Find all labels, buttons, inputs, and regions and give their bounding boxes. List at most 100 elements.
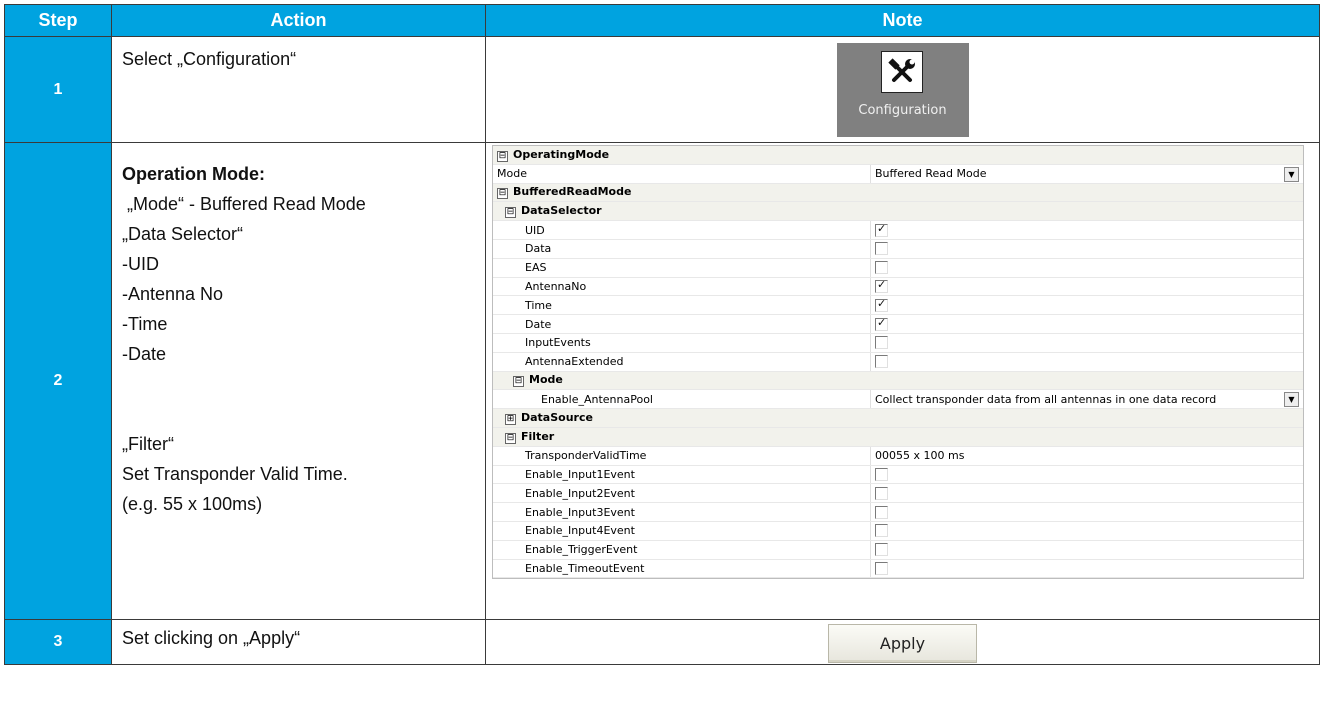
property-name: TransponderValidTime (525, 449, 647, 463)
action-text: Set clicking on „Apply“ (122, 628, 301, 648)
grid-property-row[interactable]: Enable_AntennaPool Collect transponder da… (493, 390, 1303, 410)
action-cell: Operation Mode: „Mode“ - Buffered Read M… (111, 142, 486, 620)
property-name: AntennaNo (525, 279, 587, 293)
property-value[interactable] (870, 521, 1303, 540)
property-value[interactable] (870, 503, 1303, 521)
checkbox[interactable] (875, 524, 888, 538)
header-action: Action (111, 4, 486, 37)
property-value[interactable] (870, 277, 1303, 296)
property-name: AntennaExtended (525, 355, 624, 369)
property-name: DataSelector (521, 204, 602, 218)
property-value[interactable] (870, 258, 1303, 277)
grid-category[interactable]: ⊟ DataSelector (493, 202, 1303, 222)
grid-category[interactable]: ⊞ DataSource (493, 409, 1303, 428)
action-text: -Antenna No (122, 284, 224, 304)
checkbox[interactable] (875, 561, 888, 575)
grid-category[interactable]: ⊟ Filter (493, 427, 1303, 447)
property-name: Enable_AntennaPool (541, 392, 653, 406)
grid-property-row[interactable]: AntennaNo (493, 277, 1303, 297)
collapse-icon[interactable]: ⊟ (497, 188, 508, 200)
property-value[interactable] (870, 465, 1303, 484)
grid-property-row[interactable]: Enable_TimeoutEvent (493, 559, 1303, 579)
grid-property-row[interactable]: Enable_Input3Event (493, 503, 1303, 522)
grid-property-row[interactable]: Enable_Input4Event (493, 521, 1303, 541)
checkbox[interactable] (875, 297, 888, 312)
property-value[interactable]: Collect transponder data from all antenn… (870, 390, 1303, 409)
action-text: „Mode“ - Buffered Read Mode (122, 194, 366, 214)
property-value[interactable] (870, 296, 1303, 315)
grid-property-row[interactable]: Date (493, 315, 1303, 334)
grid-property-row[interactable]: Mode Buffered Read Mode ▼ (493, 164, 1303, 184)
property-name: InputEvents (525, 336, 591, 350)
action-heading: Operation Mode: (122, 164, 265, 184)
property-name: Enable_TriggerEvent (525, 543, 638, 557)
property-value[interactable] (870, 221, 1303, 239)
grid-category[interactable]: ⊟ BufferedReadMode (493, 183, 1303, 203)
property-value[interactable] (870, 239, 1303, 258)
checkbox[interactable] (875, 355, 888, 369)
action-cell: Select „Configuration“ (111, 36, 486, 143)
grid-property-row[interactable]: Data (493, 239, 1303, 259)
expand-icon[interactable]: ⊞ (505, 414, 516, 426)
action-text: „Data Selector“ (122, 224, 244, 244)
property-name: Enable_Input4Event (525, 524, 635, 538)
collapse-icon[interactable]: ⊟ (505, 432, 516, 444)
grid-property-row[interactable]: AntennaExtended (493, 352, 1303, 372)
property-name: Enable_Input3Event (525, 505, 635, 519)
property-value[interactable] (870, 484, 1303, 503)
property-value[interactable] (870, 540, 1303, 559)
step-number: 2 (4, 142, 112, 620)
property-name: Enable_TimeoutEvent (525, 561, 645, 575)
checkbox[interactable] (875, 316, 888, 331)
property-value[interactable] (870, 559, 1303, 578)
property-name: BufferedReadMode (513, 185, 632, 199)
note-cell: Configuration (485, 36, 1320, 143)
checkbox[interactable] (875, 261, 888, 275)
grid-property-row[interactable]: Time (493, 296, 1303, 316)
grid-category[interactable]: ⊟ Mode (493, 371, 1303, 391)
property-name: Mode (497, 167, 527, 181)
step-row-1: 1 Select „Configuration“ Configuration (4, 36, 1320, 143)
grid-property-row[interactable]: EAS (493, 258, 1303, 278)
grid-property-row[interactable]: InputEvents (493, 333, 1303, 353)
property-value[interactable] (870, 333, 1303, 352)
header-note: Note (485, 4, 1320, 37)
property-value[interactable]: Buffered Read Mode ▼ (870, 164, 1303, 183)
action-cell: Set clicking on „Apply“ (111, 619, 486, 665)
note-cell: ⊟ OperatingMode Mode Buffered Read Mode ▼ ⊟ Bu… (485, 142, 1320, 620)
action-spacer (122, 369, 475, 429)
step-number: 3 (4, 619, 112, 665)
collapse-icon[interactable]: ⊟ (513, 376, 524, 388)
checkbox[interactable] (875, 486, 888, 500)
property-value[interactable] (870, 352, 1303, 371)
apply-button[interactable]: Apply (828, 624, 977, 663)
checkbox[interactable] (875, 222, 888, 237)
checkbox[interactable] (875, 242, 888, 256)
property-name: Enable_Input1Event (525, 467, 635, 481)
property-value[interactable] (870, 315, 1303, 333)
grid-property-row[interactable]: Enable_Input2Event (493, 484, 1303, 504)
property-value-text: 00055 x 100 ms (875, 449, 965, 463)
checkbox[interactable] (875, 336, 888, 350)
apply-label: Apply (879, 634, 926, 653)
grid-property-row[interactable]: TransponderValidTime 00055 x 100 ms (493, 446, 1303, 466)
grid-property-row[interactable]: UID (493, 221, 1303, 240)
configuration-button[interactable]: Configuration (836, 43, 969, 137)
checkbox[interactable] (875, 467, 888, 481)
collapse-icon[interactable]: ⊟ (497, 150, 508, 162)
checkbox[interactable] (875, 278, 888, 293)
action-text: -Time (122, 314, 168, 334)
action-text: „Filter“ (122, 434, 174, 454)
dropdown-arrow-icon[interactable]: ▼ (1284, 166, 1299, 182)
collapse-icon[interactable]: ⊟ (505, 207, 516, 219)
grid-category[interactable]: ⊟ OperatingMode (493, 146, 1303, 165)
grid-property-row[interactable]: Enable_TriggerEvent (493, 540, 1303, 560)
grid-property-row[interactable]: Enable_Input1Event (493, 465, 1303, 485)
property-value-text: Buffered Read Mode (875, 167, 987, 181)
dropdown-arrow-icon[interactable]: ▼ (1284, 392, 1299, 408)
checkbox[interactable] (875, 543, 888, 557)
hammer-wrench-icon (880, 51, 923, 93)
checkbox[interactable] (875, 505, 888, 519)
property-value[interactable]: 00055 x 100 ms (870, 446, 1303, 465)
step-row-2: 2 Operation Mode: „Mode“ - Buffered Read… (4, 142, 1320, 620)
